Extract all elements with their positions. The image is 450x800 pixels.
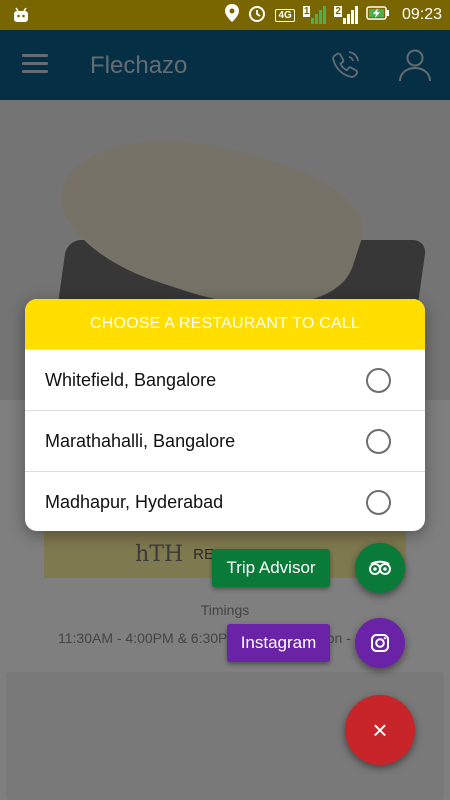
alarm-icon (247, 3, 267, 27)
option-label: Madhapur, Hyderabad (45, 491, 224, 512)
option-madhapur[interactable]: Madhapur, Hyderabad (25, 471, 425, 531)
instagram-button[interactable]: Instagram (227, 624, 330, 662)
radio-button[interactable] (366, 367, 391, 393)
close-icon[interactable]: × (345, 695, 415, 765)
option-label: Whitefield, Bangalore (45, 369, 217, 390)
option-label: Marathahalli, Bangalore (45, 430, 236, 451)
option-marathahalli[interactable]: Marathahalli, Bangalore (25, 410, 425, 471)
clock: 09:23 (401, 6, 442, 23)
trip-advisor-button[interactable]: Trip Advisor (212, 549, 330, 587)
tripadvisor-icon[interactable] (355, 543, 405, 593)
sim1-label: 1 (302, 6, 311, 17)
radio-button[interactable] (366, 489, 391, 515)
battery-charging-icon (366, 6, 390, 24)
status-bar: 4G 1 2 09:23 (0, 0, 450, 30)
radio-button[interactable] (366, 428, 391, 454)
location-icon (225, 4, 240, 26)
android-icon (12, 6, 30, 29)
choose-restaurant-dialog: CHOOSE A RESTAURANT TO CALL Whitefield, … (25, 299, 425, 531)
network-type-badge: 4G (275, 8, 295, 22)
signal-icon: 1 (302, 6, 327, 24)
instagram-icon[interactable] (355, 618, 405, 668)
option-whitefield[interactable]: Whitefield, Bangalore (25, 349, 425, 410)
sim2-label: 2 (334, 6, 342, 17)
signal2-icon: 2 (334, 6, 358, 24)
dialog-title: CHOOSE A RESTAURANT TO CALL (25, 299, 425, 349)
